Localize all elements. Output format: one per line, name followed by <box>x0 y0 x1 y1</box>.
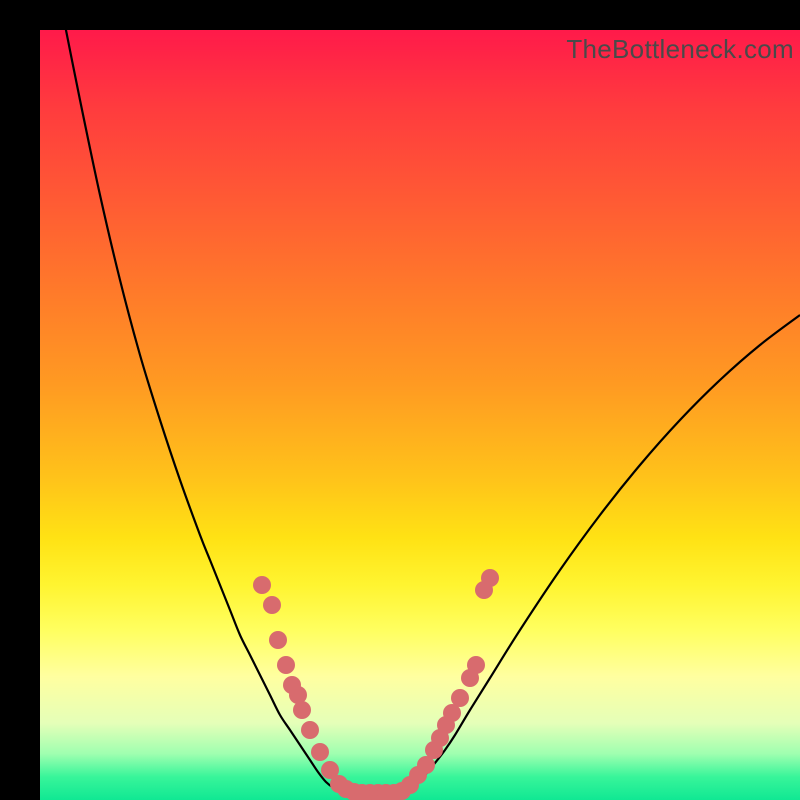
data-marker <box>451 689 469 707</box>
plot-area: TheBottleneck.com <box>40 30 800 800</box>
data-marker <box>481 569 499 587</box>
data-marker <box>269 631 287 649</box>
data-marker <box>301 721 319 739</box>
data-marker <box>311 743 329 761</box>
curve-layer <box>40 30 800 800</box>
curve-group <box>60 30 800 793</box>
dot-group <box>253 569 499 800</box>
bottleneck-curve <box>60 30 800 793</box>
data-marker <box>293 701 311 719</box>
chart-frame: TheBottleneck.com <box>0 0 800 800</box>
data-marker <box>263 596 281 614</box>
data-marker <box>253 576 271 594</box>
data-marker <box>467 656 485 674</box>
data-marker <box>277 656 295 674</box>
